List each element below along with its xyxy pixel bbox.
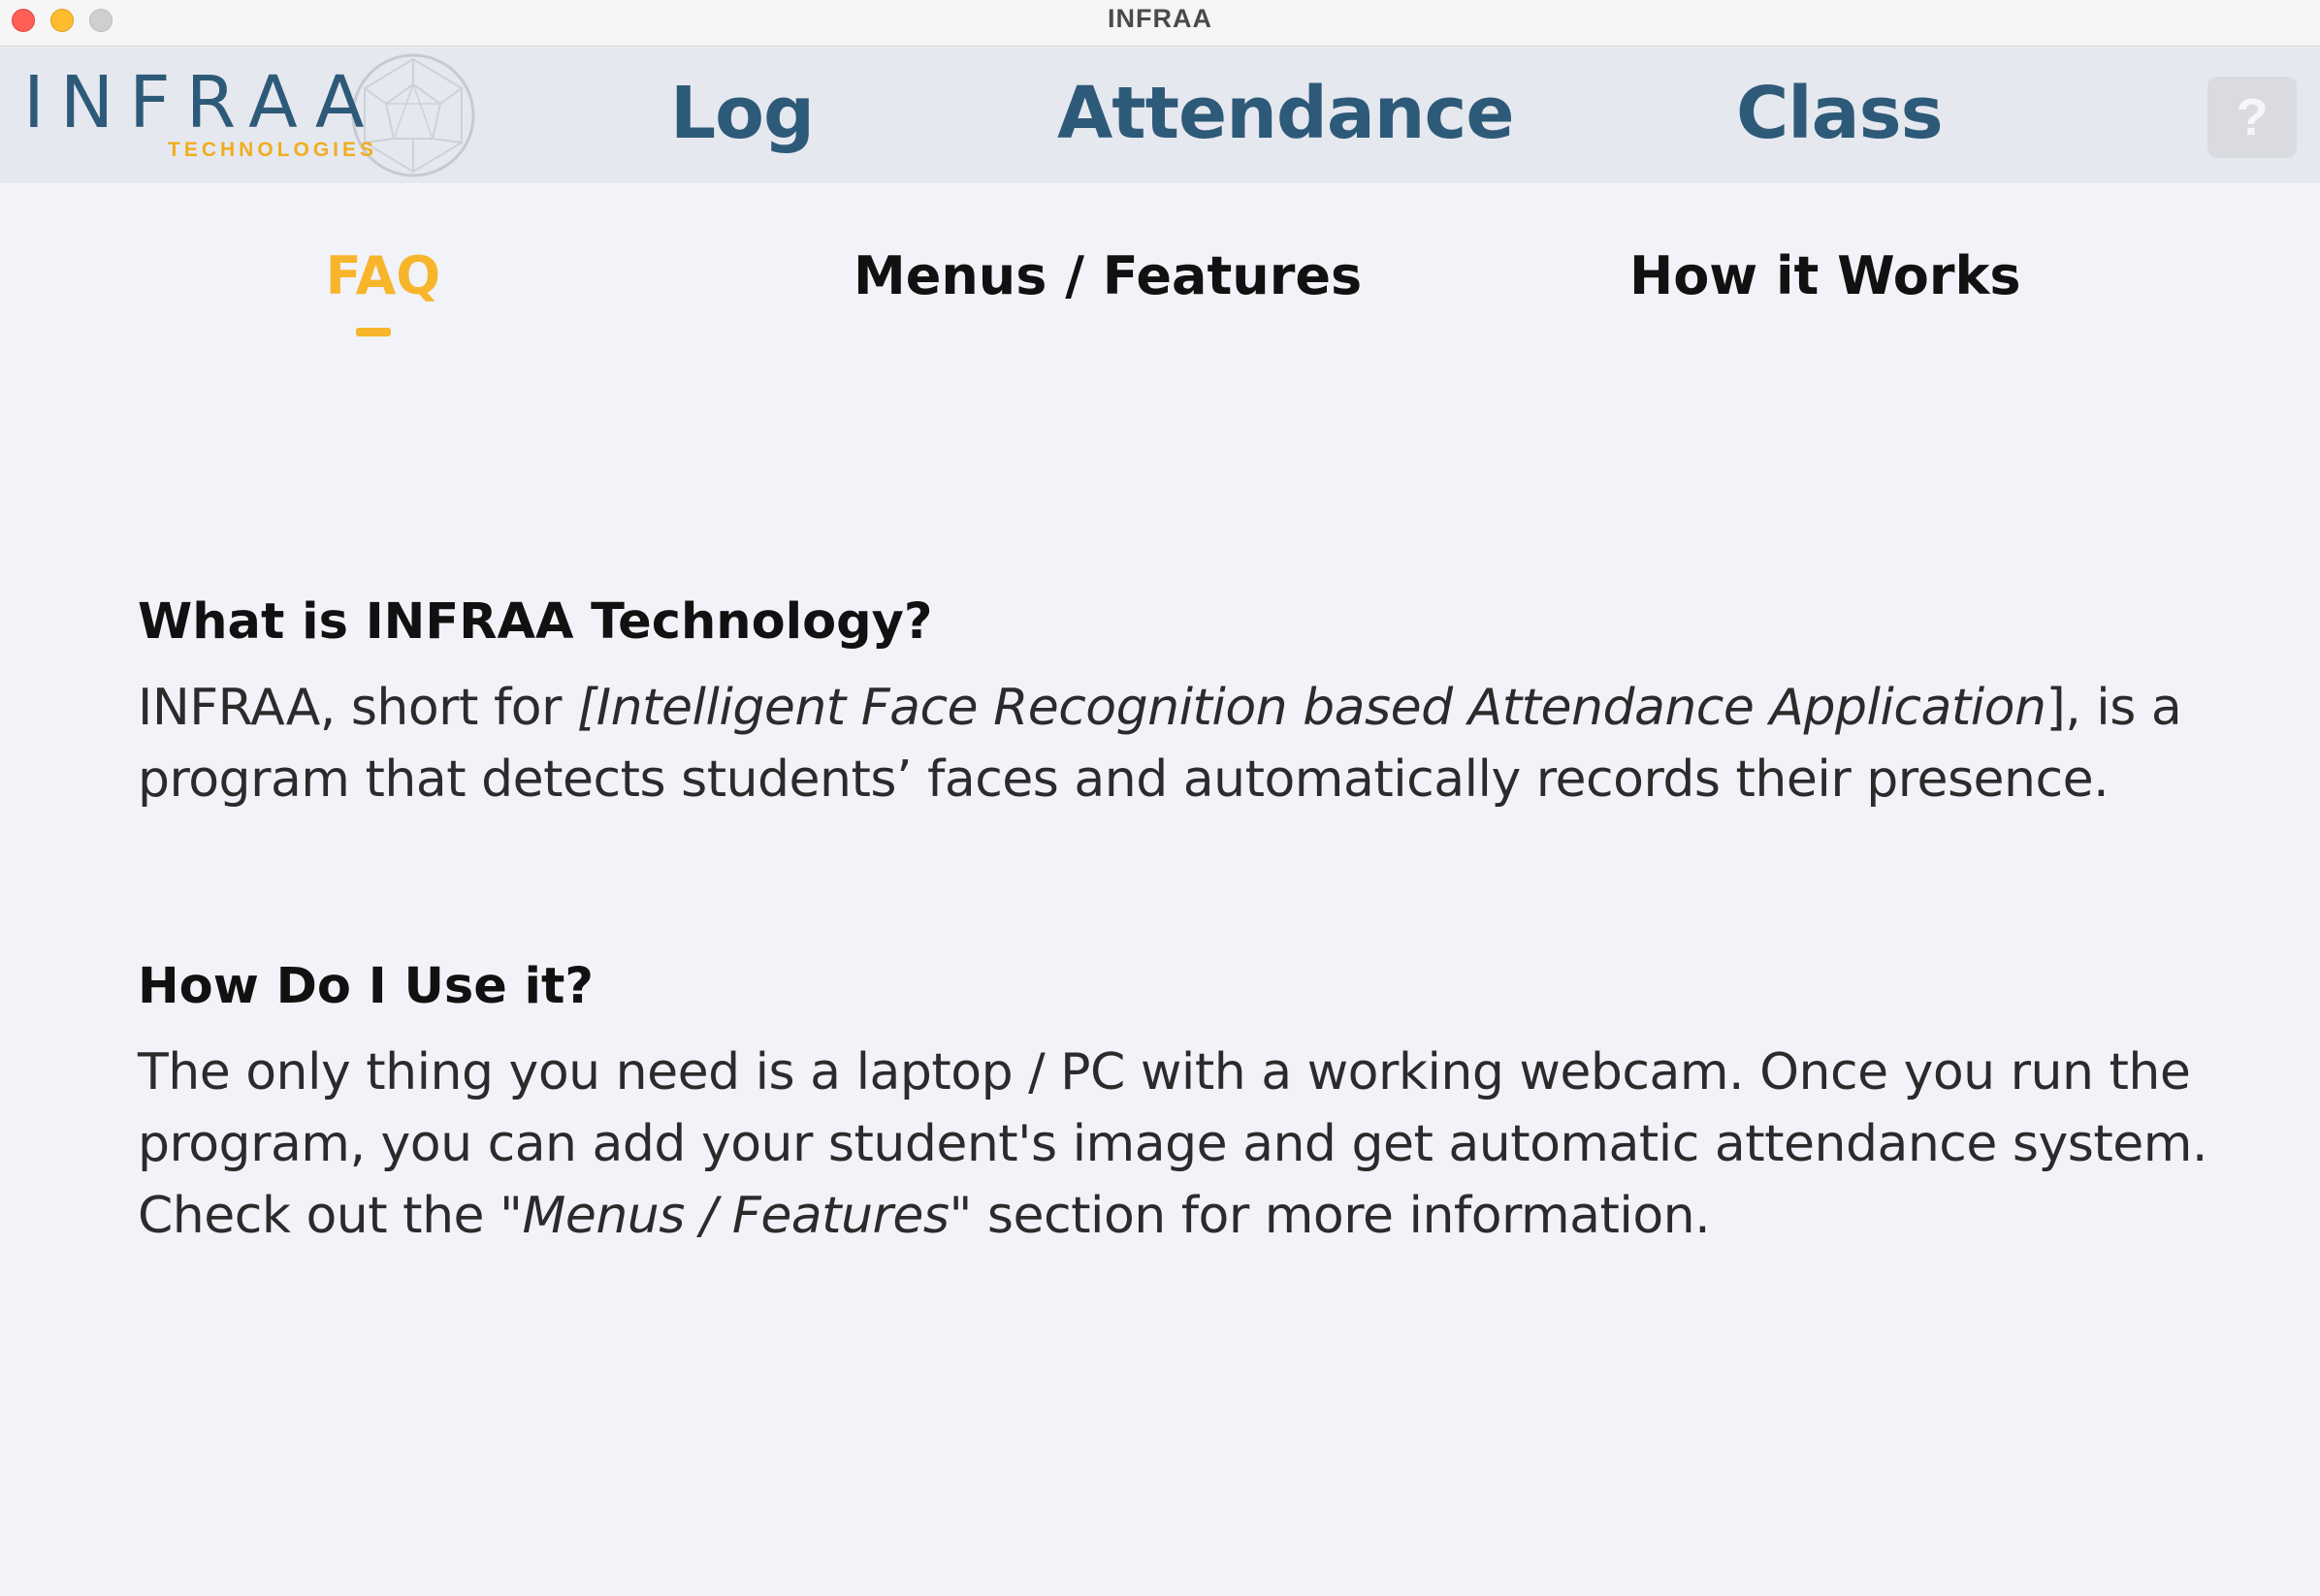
tab-faq[interactable]: FAQ <box>291 242 475 310</box>
top-navigation: INFRAA TECHNOLOGIES Log Attendance Class… <box>0 48 2320 183</box>
tab-how-it-works[interactable]: How it Works <box>1629 242 2021 310</box>
title-bar: INFRAA <box>0 0 2320 47</box>
faq-item: What is INFRAA Technology? INFRAA, short… <box>138 593 2233 815</box>
faq-answer: INFRAA, short for [Intelligent Face Reco… <box>138 672 2233 815</box>
faq-answer: The only thing you need is a laptop / PC… <box>138 1037 2233 1252</box>
faq-answer-text: section for more information. <box>971 1187 1711 1245</box>
help-icon: ? <box>2236 88 2269 146</box>
help-button[interactable]: ? <box>2207 77 2297 158</box>
nav-log[interactable]: Log <box>669 65 815 162</box>
active-tab-indicator <box>356 328 391 336</box>
infraa-logo[interactable]: INFRAA TECHNOLOGIES <box>17 48 475 183</box>
app-window: INFRAA INFRAA TECHNOLOGIES Log Attendanc <box>0 0 2320 1596</box>
faq-answer-emphasis: [Intelligent Face Recognition based Atte… <box>577 679 2046 737</box>
logo-subtitle: TECHNOLOGIES <box>168 139 378 161</box>
tab-menus-features[interactable]: Menus / Features <box>854 242 1362 310</box>
nav-class[interactable]: Class <box>1736 65 1944 162</box>
faq-answer-text: INFRAA, short for <box>138 679 578 737</box>
faq-item: How Do I Use it? The only thing you need… <box>138 958 2233 1252</box>
faq-question: How Do I Use it? <box>138 958 595 1015</box>
nav-attendance[interactable]: Attendance <box>1057 65 1515 162</box>
faq-question: What is INFRAA Technology? <box>138 593 933 651</box>
faq-answer-emphasis: "Menus / Features" <box>499 1187 972 1245</box>
window-title: INFRAA <box>1108 4 1212 33</box>
logo-wordmark: INFRAA <box>23 61 380 144</box>
